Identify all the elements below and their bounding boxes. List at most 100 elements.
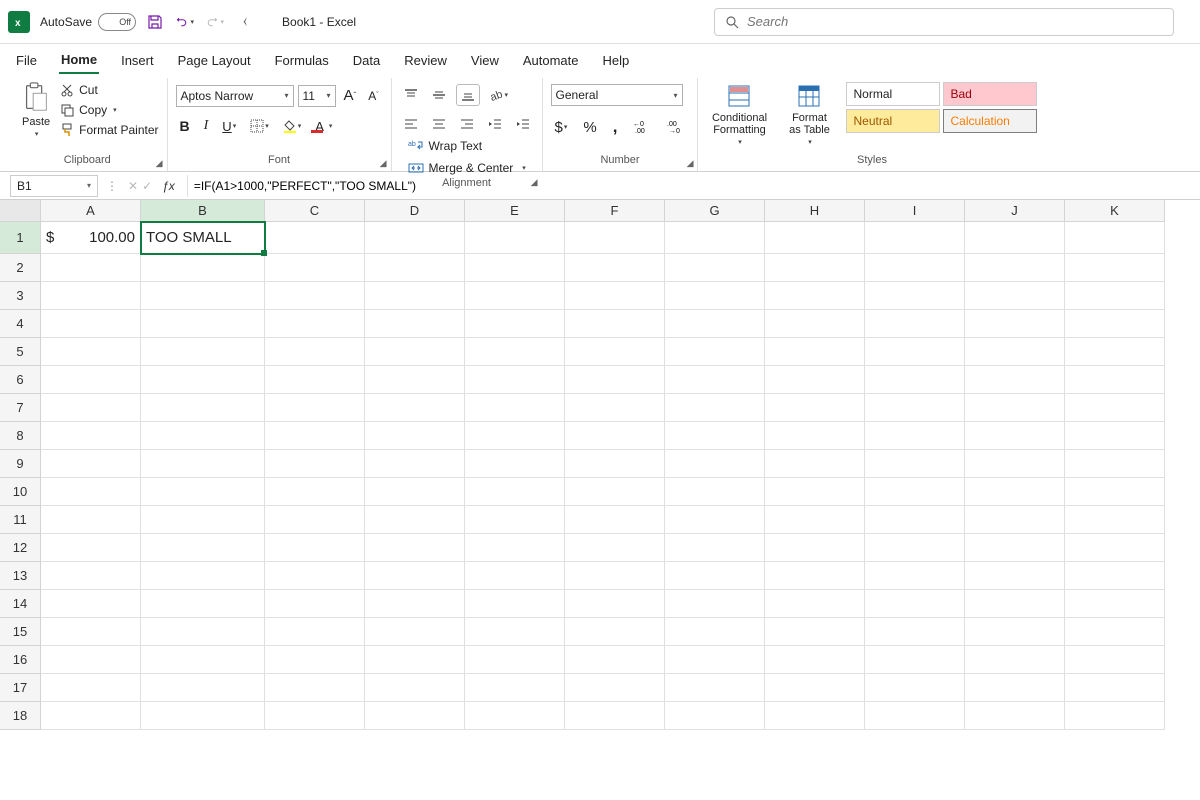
row-header-16[interactable]: 16 <box>0 646 41 674</box>
format-painter-button[interactable]: Format Painter <box>60 122 158 138</box>
cell-F1[interactable] <box>565 222 665 254</box>
cell-J7[interactable] <box>965 394 1065 422</box>
cell-C2[interactable] <box>265 254 365 282</box>
cell-A12[interactable] <box>41 534 141 562</box>
number-format-combo[interactable]: General▾ <box>551 84 683 106</box>
cell-D8[interactable] <box>365 422 465 450</box>
cell-H9[interactable] <box>765 450 865 478</box>
cell-G1[interactable] <box>665 222 765 254</box>
cell-A8[interactable] <box>41 422 141 450</box>
cell-K3[interactable] <box>1065 282 1165 310</box>
cell-D3[interactable] <box>365 282 465 310</box>
borders-button[interactable]: ▾ <box>246 116 273 136</box>
cell-J15[interactable] <box>965 618 1065 646</box>
clipboard-launcher-icon[interactable]: ◢ <box>156 156 163 170</box>
align-top-icon[interactable] <box>400 85 422 105</box>
cell-B6[interactable] <box>141 366 265 394</box>
cell-E15[interactable] <box>465 618 565 646</box>
accounting-format-icon[interactable]: $▾ <box>551 116 572 139</box>
cell-B16[interactable] <box>141 646 265 674</box>
cell-I17[interactable] <box>865 674 965 702</box>
cell-D16[interactable] <box>365 646 465 674</box>
cell-G5[interactable] <box>665 338 765 366</box>
col-header-G[interactable]: G <box>665 200 765 222</box>
col-header-D[interactable]: D <box>365 200 465 222</box>
cell-E11[interactable] <box>465 506 565 534</box>
font-color-button[interactable]: A▾ <box>311 116 336 137</box>
cell-K4[interactable] <box>1065 310 1165 338</box>
cell-K12[interactable] <box>1065 534 1165 562</box>
cell-C17[interactable] <box>265 674 365 702</box>
font-name-combo[interactable]: Aptos Narrow▾ <box>176 85 294 107</box>
cell-F10[interactable] <box>565 478 665 506</box>
percent-format-icon[interactable]: % <box>579 116 600 139</box>
cell-A1[interactable]: $100.00 <box>41 222 141 254</box>
cell-A14[interactable] <box>41 590 141 618</box>
cell-B4[interactable] <box>141 310 265 338</box>
row-header-6[interactable]: 6 <box>0 366 41 394</box>
cell-H1[interactable] <box>765 222 865 254</box>
cell-F2[interactable] <box>565 254 665 282</box>
cell-F14[interactable] <box>565 590 665 618</box>
font-launcher-icon[interactable]: ◢ <box>380 156 387 170</box>
align-middle-icon[interactable] <box>428 85 450 105</box>
orientation-icon[interactable]: ab▾ <box>486 85 513 105</box>
format-as-table-button[interactable]: Format as Table▾ <box>780 80 838 148</box>
cell-F15[interactable] <box>565 618 665 646</box>
fill-color-button[interactable]: ▾ <box>279 116 306 136</box>
col-header-F[interactable]: F <box>565 200 665 222</box>
cell-D14[interactable] <box>365 590 465 618</box>
col-header-A[interactable]: A <box>41 200 141 222</box>
cell-D4[interactable] <box>365 310 465 338</box>
cell-K9[interactable] <box>1065 450 1165 478</box>
decrease-decimal-icon[interactable]: .00→0 <box>663 117 689 137</box>
cell-B10[interactable] <box>141 478 265 506</box>
cell-D17[interactable] <box>365 674 465 702</box>
cell-C9[interactable] <box>265 450 365 478</box>
select-all-corner[interactable] <box>0 200 41 222</box>
merge-center-button[interactable]: Merge & Center▾ <box>408 160 534 176</box>
fx-icon[interactable]: ƒx <box>156 179 181 193</box>
comma-format-icon[interactable]: , <box>609 114 622 140</box>
cell-J5[interactable] <box>965 338 1065 366</box>
paste-button[interactable]: Paste ▾ <box>16 80 56 140</box>
row-header-14[interactable]: 14 <box>0 590 41 618</box>
redo-icon[interactable]: ▾ <box>206 13 224 31</box>
cell-J11[interactable] <box>965 506 1065 534</box>
cell-A17[interactable] <box>41 674 141 702</box>
cell-G6[interactable] <box>665 366 765 394</box>
cell-F12[interactable] <box>565 534 665 562</box>
tab-home[interactable]: Home <box>59 47 99 74</box>
cell-C5[interactable] <box>265 338 365 366</box>
cell-I5[interactable] <box>865 338 965 366</box>
cell-D1[interactable] <box>365 222 465 254</box>
cell-G18[interactable] <box>665 702 765 730</box>
cell-A15[interactable] <box>41 618 141 646</box>
col-header-I[interactable]: I <box>865 200 965 222</box>
cell-H17[interactable] <box>765 674 865 702</box>
cell-H2[interactable] <box>765 254 865 282</box>
cell-I12[interactable] <box>865 534 965 562</box>
cell-E5[interactable] <box>465 338 565 366</box>
cell-D9[interactable] <box>365 450 465 478</box>
style-neutral[interactable]: Neutral <box>846 109 940 133</box>
cell-D15[interactable] <box>365 618 465 646</box>
cell-F8[interactable] <box>565 422 665 450</box>
row-header-1[interactable]: 1 <box>0 222 41 254</box>
cell-H15[interactable] <box>765 618 865 646</box>
cell-B7[interactable] <box>141 394 265 422</box>
formula-input[interactable] <box>188 175 1200 197</box>
align-center-icon[interactable] <box>428 114 450 134</box>
cell-E7[interactable] <box>465 394 565 422</box>
align-left-icon[interactable] <box>400 114 422 134</box>
cell-H18[interactable] <box>765 702 865 730</box>
row-header-10[interactable]: 10 <box>0 478 41 506</box>
cell-I7[interactable] <box>865 394 965 422</box>
font-size-combo[interactable]: 11▾ <box>298 85 336 107</box>
cell-B3[interactable] <box>141 282 265 310</box>
row-header-12[interactable]: 12 <box>0 534 41 562</box>
cell-C14[interactable] <box>265 590 365 618</box>
cell-B12[interactable] <box>141 534 265 562</box>
underline-button[interactable]: U▾ <box>218 116 240 137</box>
cell-G2[interactable] <box>665 254 765 282</box>
